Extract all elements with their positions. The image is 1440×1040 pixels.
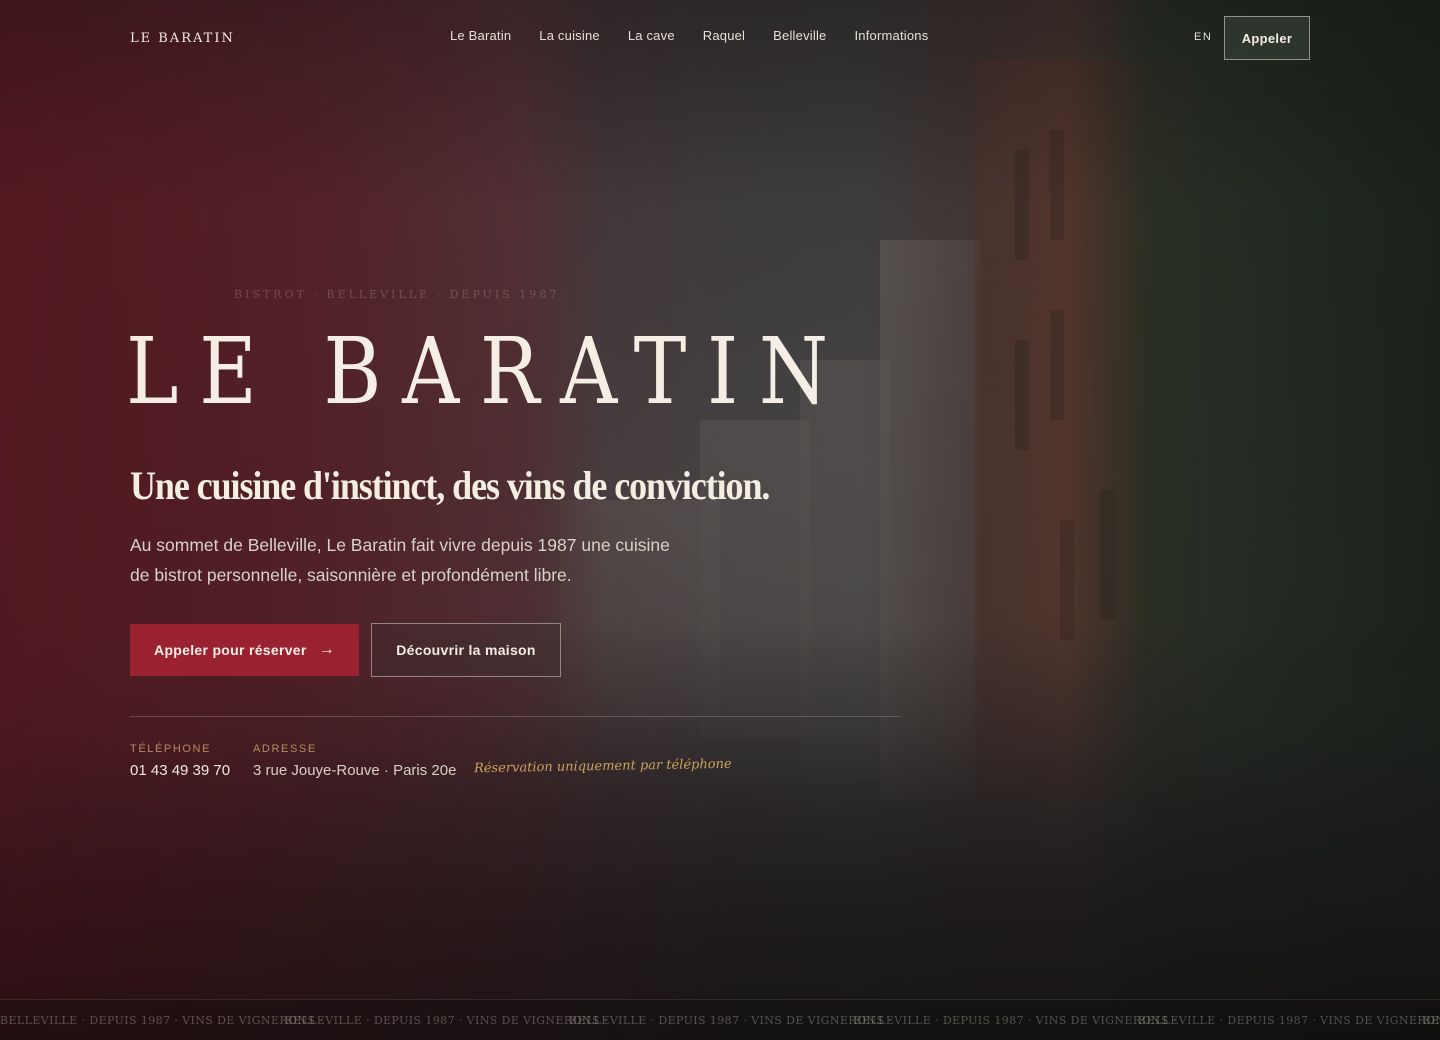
discover-button[interactable]: Découvrir la maison — [371, 623, 561, 677]
hero-subtitle: Une cuisine d'instinct, des vins de conv… — [130, 463, 770, 508]
marquee-item: BELLEVILLE · DEPUIS 1987 · VINS DE VIGNE… — [1138, 1014, 1440, 1027]
call-button[interactable]: Appeler — [1224, 16, 1310, 60]
marquee-track: BELLEVILLE · DEPUIS 1987 · VINS DE VIGNE… — [0, 1014, 1440, 1027]
hero-section: LE BARATIN Le Baratin La cuisine La cave… — [0, 0, 1440, 1040]
reserve-call-label: Appeler pour réserver — [154, 642, 307, 658]
nav-item-la-cave[interactable]: La cave — [628, 28, 675, 43]
phone-value[interactable]: 01 43 49 39 70 — [130, 762, 230, 779]
nav-item-raquel[interactable]: Raquel — [703, 28, 745, 43]
phone-label: TÉLÉPHONE — [130, 743, 212, 755]
nav-item-informations[interactable]: Informations — [854, 28, 928, 43]
nav-item-belleville[interactable]: Belleville — [773, 28, 826, 43]
marquee-item: BELLEVILLE · DEPUIS 1987 · VINS DE VIGNE… — [0, 1014, 324, 1027]
marquee-item: BELLEVILLE · DEPUIS 1987 · VINS DE VIGNE… — [853, 1014, 1177, 1027]
hero-lead-line: de bistrot personnelle, saisonnière et p… — [130, 565, 572, 585]
address-value: 3 rue Jouye-Rouve · Paris 20e — [253, 762, 457, 779]
reserve-call-button[interactable]: Appeler pour réserver → — [130, 624, 359, 676]
hero-lead-line: Au sommet de Belleville, Le Baratin fait… — [130, 535, 670, 555]
language-switch[interactable]: EN — [1194, 31, 1212, 43]
hero-kicker: BISTROT · BELLEVILLE · DEPUIS 1987 — [234, 288, 560, 301]
address-label: ADRESSE — [253, 743, 317, 755]
marquee-ticker: BELLEVILLE · DEPUIS 1987 · VINS DE VIGNE… — [0, 999, 1440, 1040]
hero-lead: Au sommet de Belleville, Le Baratin fait… — [130, 530, 710, 590]
shade-overlay — [0, 0, 1440, 1040]
marquee-item: BELLEVILLE · DEPUIS 1987 · VINS DE VIGNE… — [569, 1014, 893, 1027]
marquee-item: BELLEVILLE · DEPUIS 1987 · VINS DE VIGNE… — [284, 1014, 608, 1027]
arrow-right-icon: → — [318, 641, 335, 658]
info-divider — [130, 716, 900, 717]
marquee-item: BELLEVILLE · DEPUIS 1987 · VINS DE VIGNE… — [1422, 1014, 1440, 1027]
nav-item-le-baratin[interactable]: Le Baratin — [450, 28, 511, 43]
main-nav: Le Baratin La cuisine La cave Raquel Bel… — [450, 28, 956, 43]
hero-title: LE BARATIN — [126, 318, 849, 425]
site-logo[interactable]: LE BARATIN — [130, 31, 450, 46]
nav-item-la-cuisine[interactable]: La cuisine — [539, 28, 600, 43]
